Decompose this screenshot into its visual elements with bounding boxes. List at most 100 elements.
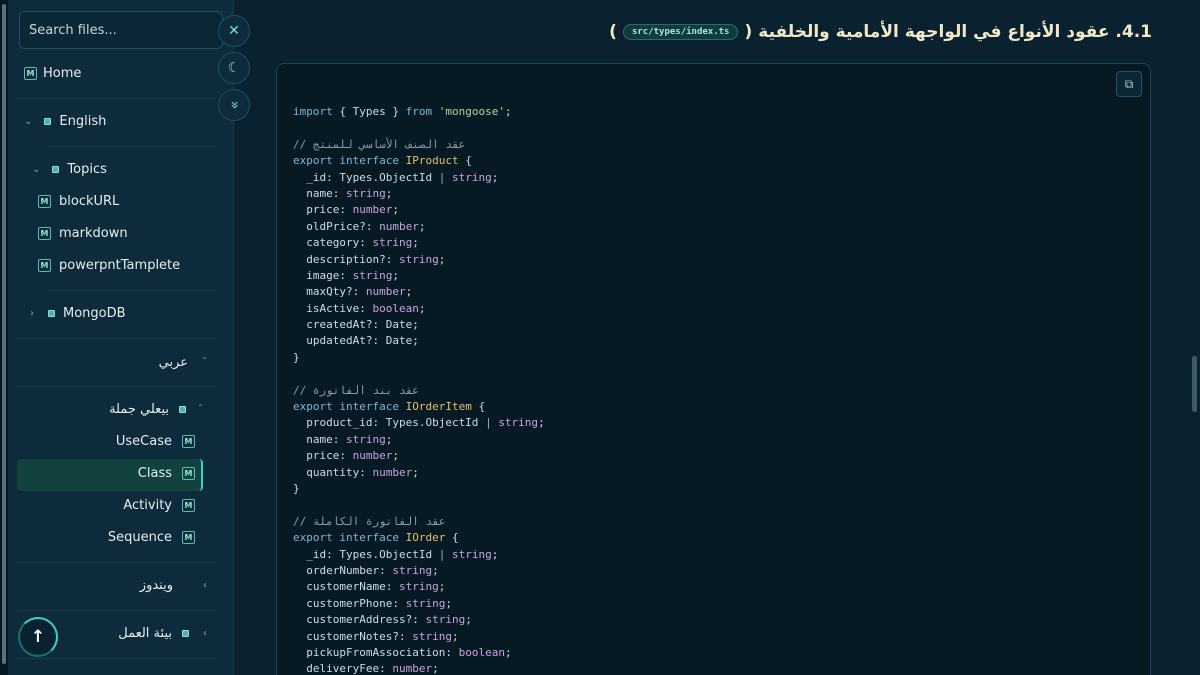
code-token: number [379, 219, 419, 233]
theme-toggle-button[interactable]: ☾ [218, 52, 250, 84]
sidebar-item-blockurl[interactable]: M blockURL [38, 194, 119, 209]
code-token: ; [432, 662, 439, 675]
code-token: export interface [293, 531, 406, 545]
sidebar-folder-windows[interactable]: ويندوز ‹ [140, 578, 207, 593]
code-line: updatedAt?: Date; [293, 333, 545, 349]
sidebar-item-usecase[interactable]: UseCase M [116, 434, 195, 449]
sidebar-item-label: blockURL [59, 194, 120, 209]
code-line: name: string; [293, 186, 545, 202]
code-token: ; [491, 547, 499, 561]
sidebar-item-label: Topics [67, 162, 107, 177]
code-line: image: string; [293, 268, 545, 284]
code-token: ; [438, 580, 446, 594]
chevron-left-icon: ‹ [203, 580, 207, 591]
double-chevron-down-icon: » [225, 100, 242, 110]
code-line: orderNumber: string; [293, 563, 545, 579]
code-token: orderNumber: [293, 563, 393, 577]
sidebar-item-class[interactable]: Class M [138, 466, 195, 481]
moon-icon: ☾ [227, 60, 241, 76]
paren-close: ) [609, 22, 617, 42]
sidebar-item-label: عربي [158, 355, 188, 370]
code-line: price: number; [293, 448, 545, 464]
code-token: customerAddress?: [293, 613, 426, 627]
sidebar-item-label: Home [43, 66, 82, 81]
code-line: } [293, 350, 545, 366]
code-token: string [352, 268, 393, 282]
chevron-up-icon: ˆ [202, 357, 207, 368]
markdown-file-icon: M [182, 531, 195, 544]
code-token: price: [293, 449, 353, 463]
close-sidebar-button[interactable]: ✕ [218, 15, 250, 47]
code-token: updatedAt?: Date; [293, 334, 419, 348]
code-token: 'mongoose' [438, 105, 505, 118]
code-token: // عقد بند الفاتورة [293, 383, 419, 397]
code-token: string [451, 170, 492, 184]
sidebar-item-powerpnttamplete[interactable]: M powerpntTamplete [38, 258, 180, 273]
code-token: customerPhone: [293, 596, 406, 610]
markdown-file-icon: M [182, 467, 195, 480]
search-input[interactable] [19, 11, 223, 49]
code-token: deliveryFee: [293, 662, 393, 675]
sidebar-item-label: UseCase [115, 434, 172, 449]
code-token: string [398, 580, 439, 594]
code-token: { Types } [332, 105, 406, 118]
divider [16, 98, 216, 99]
sidebar-item-label: بيعلي جملة [109, 402, 169, 417]
sidebar-item-markdown[interactable]: M markdown [38, 226, 128, 241]
code-line: product_id: Types.ObjectId | string; [293, 415, 544, 431]
code-token: number [392, 662, 433, 675]
code-token: createdAt?: Date; [293, 318, 419, 332]
code-line: customerName: string; [293, 579, 545, 595]
sidebar-item-activity[interactable]: Activity M [123, 498, 195, 513]
code-token: product_id: Types.ObjectId [293, 416, 486, 430]
code-token: string [345, 432, 386, 446]
code-token: ; [445, 596, 452, 610]
window-left-scrollbar[interactable] [0, 0, 8, 675]
code-token: string [392, 563, 433, 577]
scroll-to-top-button[interactable]: ↑ [18, 617, 58, 657]
code-token: ; [405, 285, 413, 299]
folder-icon [182, 630, 189, 637]
sidebar-item-sequence[interactable]: Sequence M [108, 530, 195, 545]
divider [16, 386, 216, 387]
code-token: string [425, 613, 466, 627]
collapse-all-button[interactable]: » [218, 89, 250, 121]
sidebar-item-label: Activity [123, 498, 172, 513]
copy-code-button[interactable]: ⧉ [1116, 71, 1142, 97]
code-token: string [372, 236, 413, 250]
divider [48, 290, 216, 291]
sidebar-folder-english[interactable]: ⌄ English [24, 114, 106, 129]
code-line: customerNotes?: string; [293, 629, 545, 645]
code-token: customerName: [293, 580, 399, 594]
sidebar-folder-workspace[interactable]: بيئة العمل ‹ [118, 626, 207, 641]
copy-icon: ⧉ [1124, 76, 1134, 91]
scrollbar-thumb[interactable] [2, 4, 6, 664]
code-token: ; [392, 268, 399, 282]
sidebar-item-home[interactable]: M Home [24, 66, 81, 81]
code-token: number [352, 449, 393, 463]
page-scrollbar-thumb[interactable] [1192, 356, 1197, 412]
sidebar-folder-mongodb[interactable]: › MongoDB [30, 306, 126, 321]
code-line: import { Types } from 'mongoose'; [293, 104, 545, 120]
code-token: ; [438, 252, 446, 266]
code-token: string [451, 547, 492, 561]
code-token: ; [451, 629, 459, 643]
sidebar-folder-sentence[interactable]: بيعلي جملة ˆ [109, 402, 203, 417]
code-token: IOrder [405, 531, 446, 545]
sidebar-item-label: Sequence [107, 530, 172, 545]
code-line: } [293, 481, 545, 497]
markdown-file-icon: M [182, 499, 195, 512]
code-token: ; [385, 186, 393, 200]
sidebar-item-label: Class [137, 466, 172, 481]
code-token: ; [432, 563, 439, 577]
code-line: // عقد بند الفاتورة [293, 383, 545, 399]
markdown-file-icon: M [182, 435, 195, 448]
code-token: ; [412, 236, 419, 250]
divider [16, 658, 216, 659]
sidebar-folder-topics[interactable]: ⌄ Topics [32, 162, 107, 177]
code-line: _id: Types.ObjectId | string; [293, 547, 545, 563]
folder-icon [52, 166, 60, 173]
sidebar-folder-arabic[interactable]: عربي ˆ [159, 355, 207, 370]
paren-open: ( [744, 22, 753, 42]
